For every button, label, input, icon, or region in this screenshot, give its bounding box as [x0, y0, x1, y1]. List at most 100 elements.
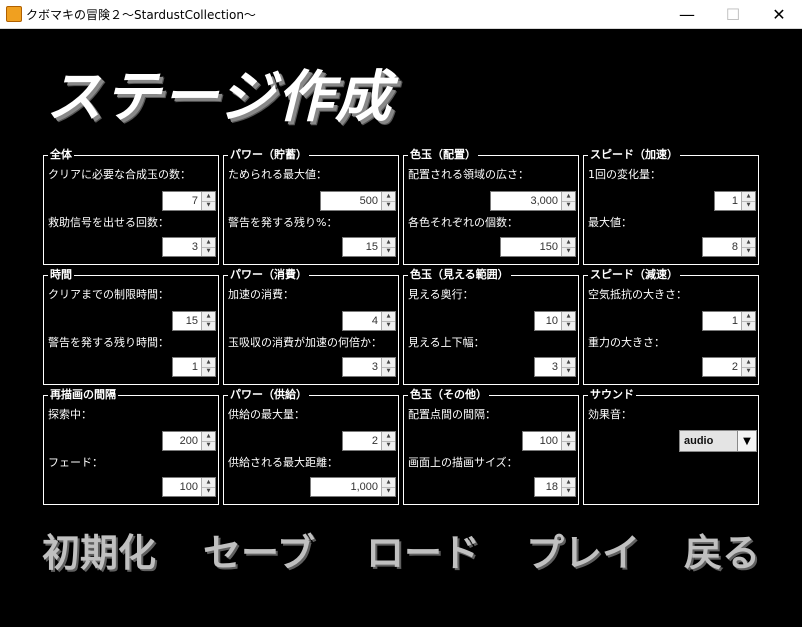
- required-orbs-spinner[interactable]: 7 ▲ ▼: [162, 191, 216, 211]
- decrement-icon[interactable]: ▼: [382, 488, 395, 497]
- spinner-value[interactable]: 15: [173, 312, 201, 330]
- decrement-icon[interactable]: ▼: [202, 368, 215, 377]
- spinner-value[interactable]: 100: [523, 432, 561, 450]
- increment-icon[interactable]: ▲: [202, 478, 215, 488]
- decrement-icon[interactable]: ▼: [742, 248, 755, 257]
- spinner-value[interactable]: 8: [703, 238, 741, 256]
- decrement-icon[interactable]: ▼: [742, 322, 755, 331]
- decrement-icon[interactable]: ▼: [382, 248, 395, 257]
- visible-height-spinner[interactable]: 3 ▲ ▼: [534, 357, 576, 377]
- decrement-icon[interactable]: ▼: [382, 322, 395, 331]
- decrement-icon[interactable]: ▼: [202, 322, 215, 331]
- increment-icon[interactable]: ▲: [562, 478, 575, 488]
- decrement-icon[interactable]: ▼: [202, 442, 215, 451]
- spinner-value[interactable]: 150: [501, 238, 561, 256]
- increment-icon[interactable]: ▲: [382, 358, 395, 368]
- decrement-icon[interactable]: ▼: [562, 322, 575, 331]
- spinner-value[interactable]: 2: [343, 432, 381, 450]
- spinner-value[interactable]: 3,000: [491, 192, 561, 210]
- decrement-icon[interactable]: ▼: [382, 368, 395, 377]
- decrement-icon[interactable]: ▼: [562, 248, 575, 257]
- increment-icon[interactable]: ▲: [742, 312, 755, 322]
- spinner-value[interactable]: 10: [535, 312, 561, 330]
- increment-icon[interactable]: ▲: [202, 432, 215, 442]
- max-speed-spinner[interactable]: 8 ▲ ▼: [702, 237, 756, 257]
- gravity-spinner[interactable]: 2 ▲ ▼: [702, 357, 756, 377]
- increment-icon[interactable]: ▲: [562, 312, 575, 322]
- spinner-value[interactable]: 3: [535, 358, 561, 376]
- searching-spinner[interactable]: 200 ▲ ▼: [162, 431, 216, 451]
- accel-cost-spinner[interactable]: 4 ▲ ▼: [342, 311, 396, 331]
- increment-icon[interactable]: ▲: [382, 192, 395, 202]
- load-button[interactable]: ロード: [366, 530, 480, 576]
- increment-icon[interactable]: ▲: [562, 192, 575, 202]
- increment-icon[interactable]: ▲: [742, 238, 755, 248]
- increment-icon[interactable]: ▲: [562, 432, 575, 442]
- max-power-label: ためられる最大値：: [228, 168, 327, 181]
- sound-effect-select[interactable]: audio ▼: [679, 430, 757, 452]
- spinner-value[interactable]: 1: [703, 312, 741, 330]
- minimize-button[interactable]: —: [664, 0, 710, 28]
- spinner-value[interactable]: 7: [163, 192, 201, 210]
- fade-spinner[interactable]: 100 ▲ ▼: [162, 477, 216, 497]
- spinner-value[interactable]: 4: [343, 312, 381, 330]
- increment-icon[interactable]: ▲: [382, 478, 395, 488]
- increment-icon[interactable]: ▲: [562, 358, 575, 368]
- close-button[interactable]: ✕: [756, 0, 802, 28]
- spinner-value[interactable]: 100: [163, 478, 201, 496]
- increment-icon[interactable]: ▲: [202, 238, 215, 248]
- draw-size-spinner[interactable]: 18 ▲ ▼: [534, 477, 576, 497]
- increment-icon[interactable]: ▲: [382, 312, 395, 322]
- spinner-value[interactable]: 1,000: [311, 478, 381, 496]
- orbs-per-color-spinner[interactable]: 150 ▲ ▼: [500, 237, 576, 257]
- spinner-value[interactable]: 1: [715, 192, 741, 210]
- reset-button[interactable]: 初期化: [42, 530, 156, 576]
- spinner-value[interactable]: 3: [343, 358, 381, 376]
- point-spacing-spinner[interactable]: 100 ▲ ▼: [522, 431, 576, 451]
- chevron-down-icon[interactable]: ▼: [737, 431, 756, 451]
- increment-icon[interactable]: ▲: [742, 192, 755, 202]
- save-button[interactable]: セーブ: [203, 530, 315, 576]
- visible-depth-spinner[interactable]: 10 ▲ ▼: [534, 311, 576, 331]
- spinner-value[interactable]: 15: [343, 238, 381, 256]
- increment-icon[interactable]: ▲: [742, 358, 755, 368]
- spinner-value[interactable]: 200: [163, 432, 201, 450]
- spinner-value[interactable]: 3: [163, 238, 201, 256]
- rescue-signal-spinner[interactable]: 3 ▲ ▼: [162, 237, 216, 257]
- absorb-cost-ratio-spinner[interactable]: 3 ▲ ▼: [342, 357, 396, 377]
- decrement-icon[interactable]: ▼: [382, 202, 395, 211]
- title-bar: クボマキの冒険２～StardustCollection～ — ☐ ✕: [0, 0, 802, 29]
- spinner-value[interactable]: 2: [703, 358, 741, 376]
- increment-icon[interactable]: ▲: [382, 432, 395, 442]
- increment-icon[interactable]: ▲: [202, 358, 215, 368]
- increment-icon[interactable]: ▲: [382, 238, 395, 248]
- increment-icon[interactable]: ▲: [562, 238, 575, 248]
- increment-icon[interactable]: ▲: [202, 192, 215, 202]
- decrement-icon[interactable]: ▼: [562, 368, 575, 377]
- power-warning-spinner[interactable]: 15 ▲ ▼: [342, 237, 396, 257]
- decrement-icon[interactable]: ▼: [202, 488, 215, 497]
- decrement-icon[interactable]: ▼: [742, 202, 755, 211]
- accel-step-spinner[interactable]: 1 ▲ ▼: [714, 191, 756, 211]
- spinner-value[interactable]: 18: [535, 478, 561, 496]
- increment-icon[interactable]: ▲: [202, 312, 215, 322]
- decrement-icon[interactable]: ▼: [562, 488, 575, 497]
- play-button[interactable]: プレイ: [526, 530, 640, 576]
- air-resistance-spinner[interactable]: 1 ▲ ▼: [702, 311, 756, 331]
- decrement-icon[interactable]: ▼: [562, 202, 575, 211]
- time-limit-spinner[interactable]: 15 ▲ ▼: [172, 311, 216, 331]
- decrement-icon[interactable]: ▼: [382, 442, 395, 451]
- spinner-value[interactable]: 1: [173, 358, 201, 376]
- decrement-icon[interactable]: ▼: [202, 248, 215, 257]
- max-supply-spinner[interactable]: 2 ▲ ▼: [342, 431, 396, 451]
- max-power-spinner[interactable]: 500 ▲ ▼: [320, 191, 396, 211]
- placement-area-spinner[interactable]: 3,000 ▲ ▼: [490, 191, 576, 211]
- sound-effect-value[interactable]: audio: [680, 431, 737, 451]
- back-button[interactable]: 戻る: [684, 530, 760, 576]
- decrement-icon[interactable]: ▼: [562, 442, 575, 451]
- decrement-icon[interactable]: ▼: [742, 368, 755, 377]
- spinner-value[interactable]: 500: [321, 192, 381, 210]
- time-warning-spinner[interactable]: 1 ▲ ▼: [172, 357, 216, 377]
- max-supply-distance-spinner[interactable]: 1,000 ▲ ▼: [310, 477, 396, 497]
- decrement-icon[interactable]: ▼: [202, 202, 215, 211]
